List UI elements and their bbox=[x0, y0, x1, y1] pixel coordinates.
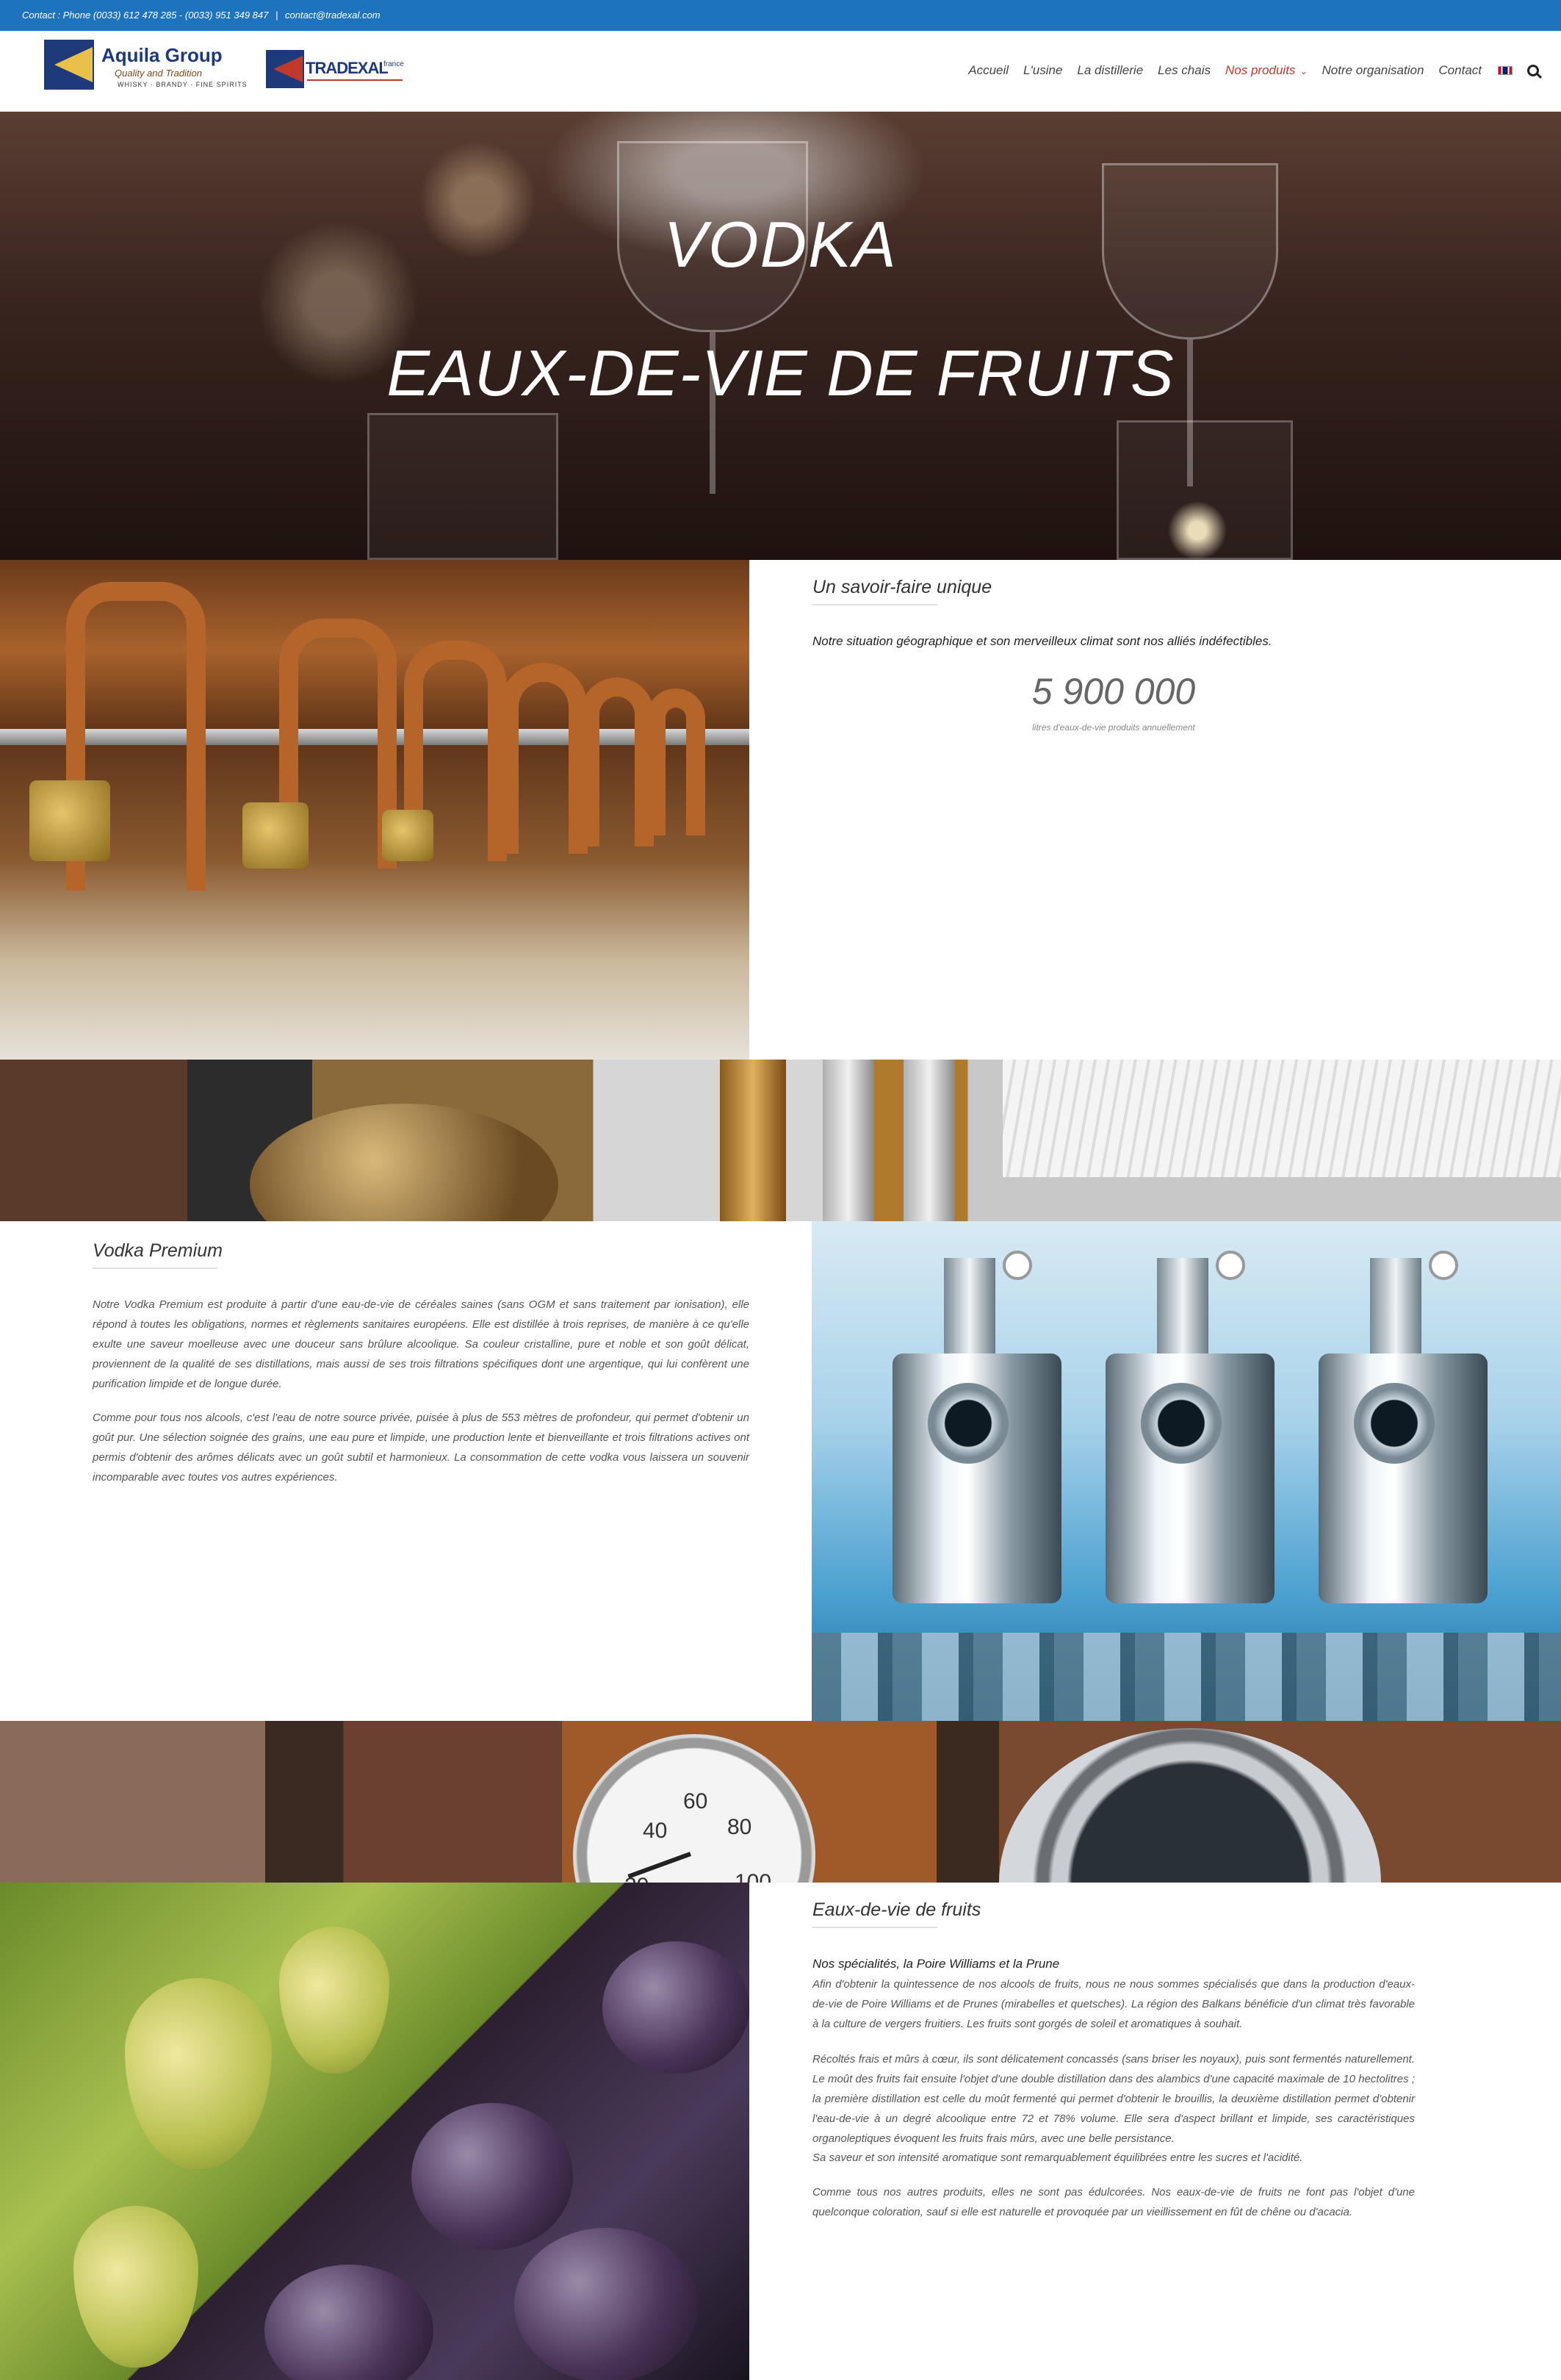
brass-valve bbox=[29, 780, 110, 861]
steel-tanks-image bbox=[812, 1221, 1561, 1721]
aquila-logo-name: Aquila Group bbox=[101, 44, 223, 66]
tumbler-glass-image bbox=[367, 413, 558, 560]
aquila-group-logo[interactable]: Aquila Group Quality and Tradition WHISK… bbox=[44, 40, 247, 98]
copper-stills-image bbox=[0, 560, 749, 1060]
steel-tank bbox=[1106, 1251, 1275, 1603]
hero-banner: VODKA EAUX-DE-VIE DE FRUITS bbox=[0, 112, 1561, 560]
tradexal-logo-arrow-icon bbox=[273, 56, 303, 82]
contact-separator: | bbox=[275, 10, 278, 21]
tumbler-glass-image-2 bbox=[1117, 420, 1293, 560]
aquila-logo-tagline: Quality and Tradition bbox=[115, 68, 202, 79]
steel-tank bbox=[893, 1251, 1061, 1603]
pears-plums-image bbox=[0, 1883, 749, 2380]
vodka-paragraph-2: Comme pour tous nos alcools, c'est l'eau… bbox=[93, 1412, 749, 1484]
pear bbox=[73, 2206, 198, 2368]
eaux-de-vie-title: Eaux-de-vie de fruits bbox=[812, 1899, 981, 1920]
vodka-premium-title: Vodka Premium bbox=[93, 1240, 223, 1261]
tank-top bbox=[1157, 1258, 1208, 1353]
chevron-down-icon: ⌄ bbox=[1299, 66, 1308, 76]
tank-porthole bbox=[1354, 1383, 1435, 1464]
pressure-gauge-icon bbox=[1429, 1251, 1458, 1280]
search-icon[interactable] bbox=[1527, 65, 1539, 76]
tank-top bbox=[1370, 1258, 1421, 1353]
contact-email-link[interactable]: contact@tradexal.com bbox=[285, 10, 381, 21]
brass-valve bbox=[242, 802, 309, 869]
nav-chais[interactable]: Les chais bbox=[1158, 63, 1211, 78]
savoir-faire-title: Un savoir-faire unique bbox=[812, 577, 992, 597]
nav-distillerie[interactable]: La distillerie bbox=[1077, 63, 1143, 78]
nav-contact[interactable]: Contact bbox=[1438, 63, 1482, 78]
nav-usine[interactable]: L'usine bbox=[1023, 63, 1062, 78]
uk-flag-icon[interactable] bbox=[1498, 66, 1513, 75]
tradexal-logo[interactable]: TRADEXAL france bbox=[266, 50, 413, 94]
pear bbox=[125, 1978, 272, 2169]
title-underline bbox=[93, 1268, 217, 1269]
steel-column bbox=[904, 1060, 955, 1221]
plum bbox=[602, 1941, 749, 2074]
tradexal-logo-name: TRADEXAL bbox=[306, 59, 389, 77]
hero-title-vodka: VODKA bbox=[663, 208, 898, 281]
roof-panels bbox=[1003, 1060, 1561, 1177]
copper-pipe bbox=[580, 677, 654, 846]
steel-tank bbox=[1319, 1251, 1488, 1603]
eaux-de-vie-subtitle: Nos spécialités, la Poire Williams et la… bbox=[812, 1957, 1060, 1971]
pipework bbox=[812, 1633, 1561, 1721]
contact-phone: Contact : Phone (0033) 612 478 285 - (00… bbox=[22, 10, 269, 21]
site-header: Aquila Group Quality and Tradition WHISK… bbox=[0, 31, 1561, 112]
steel-column bbox=[823, 1060, 874, 1221]
title-underline bbox=[812, 604, 937, 605]
eaux-de-vie-paragraph-1: Afin d'obtenir la quintessence de nos al… bbox=[812, 1978, 1415, 2030]
copper-column bbox=[720, 1060, 786, 1221]
plum bbox=[514, 2228, 698, 2380]
contact-bar: Contact : Phone (0033) 612 478 285 - (00… bbox=[0, 0, 1561, 31]
savoir-faire-lead: Notre situation géographique et son merv… bbox=[812, 634, 1272, 648]
nav-nos-produits[interactable]: Nos produits ⌄ bbox=[1225, 63, 1308, 78]
gauge-strip-image: 20 40 60 80 100 bbox=[0, 1721, 1561, 1883]
eaux-de-vie-paragraph-2b: Sa saveur et son intensité aromatique so… bbox=[812, 2151, 1303, 2164]
plum bbox=[411, 2103, 573, 2250]
vodka-paragraph-1: Notre Vodka Premium est produite à parti… bbox=[93, 1298, 749, 1390]
dial-needle bbox=[627, 1852, 692, 1879]
pressure-gauge-icon bbox=[1003, 1251, 1032, 1280]
plum bbox=[264, 2265, 433, 2380]
tank-top bbox=[944, 1258, 995, 1353]
tradexal-logo-underline bbox=[307, 79, 403, 81]
eaux-de-vie-paragraph-3: Comme tous nos autres produits, elles ne… bbox=[812, 2186, 1415, 2218]
still-porthole bbox=[999, 1728, 1381, 1883]
pressure-gauge-icon bbox=[1216, 1251, 1245, 1280]
pressure-dial: 20 40 60 80 100 bbox=[573, 1734, 815, 1883]
dial-label: 60 bbox=[683, 1789, 708, 1813]
dial-label: 40 bbox=[643, 1819, 668, 1843]
tank-porthole bbox=[928, 1383, 1009, 1464]
distillery-strip-image bbox=[0, 1060, 1561, 1221]
nav-organisation[interactable]: Notre organisation bbox=[1322, 63, 1424, 78]
brass-valve bbox=[382, 810, 433, 861]
dial-label: 100 bbox=[735, 1870, 772, 1883]
dial-label: 80 bbox=[727, 1815, 752, 1839]
pot-still bbox=[250, 1104, 558, 1221]
title-underline bbox=[812, 1927, 937, 1928]
hero-title-fruits: EAUX-DE-VIE DE FRUITS bbox=[386, 337, 1175, 409]
nav-accueil[interactable]: Accueil bbox=[968, 63, 1009, 78]
copper-pipe bbox=[646, 689, 705, 835]
aquila-logo-sub: WHISKY · BRANDY · FINE SPIRITS bbox=[118, 81, 248, 88]
copper-pipe bbox=[500, 663, 588, 854]
tradexal-logo-suffix: france bbox=[383, 60, 404, 68]
aquila-logo-arrow-icon bbox=[54, 47, 93, 82]
production-counter: 5 900 000 bbox=[1031, 671, 1196, 712]
pear bbox=[279, 1927, 389, 2074]
tank-porthole bbox=[1141, 1383, 1222, 1464]
eaux-de-vie-paragraph-2: Récoltés frais et mûrs à cœur, ils sont … bbox=[812, 2053, 1415, 2145]
production-counter-label: litres d'eaux-de-vie produits annuelleme… bbox=[1032, 722, 1195, 733]
main-nav: Accueil L'usine La distillerie Les chais… bbox=[953, 56, 1539, 85]
nav-nos-produits-label: Nos produits bbox=[1225, 63, 1296, 77]
